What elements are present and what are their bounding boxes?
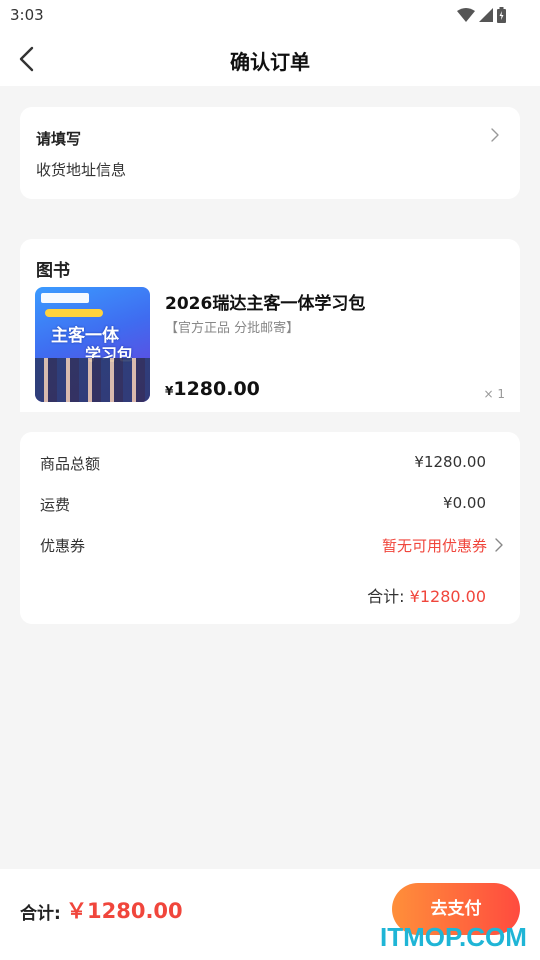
summary-total-label: 合计: bbox=[367, 587, 405, 606]
cover-badge bbox=[45, 309, 103, 317]
coupon-selector[interactable]: 暂无可用优惠券 bbox=[382, 535, 487, 556]
product-cover-image[interactable]: 主客一体 学习包 bbox=[35, 287, 150, 402]
watermark: ITMOP.COM bbox=[380, 922, 527, 952]
product-tag: 【官方正品 分批邮寄】 bbox=[165, 321, 300, 336]
summary-total: 合计: ¥1280.00 bbox=[367, 583, 486, 607]
cover-people-image bbox=[35, 358, 150, 402]
wifi-icon bbox=[457, 8, 475, 22]
address-title: 请填写 bbox=[36, 130, 82, 148]
signal-icon bbox=[479, 8, 493, 22]
product-quantity: × 1 bbox=[483, 387, 505, 401]
product-price: ¥1280.00 bbox=[165, 378, 260, 400]
checkout-total-value: ￥1280.00 bbox=[66, 899, 183, 923]
shipping-value: ¥0.00 bbox=[443, 494, 486, 512]
cover-logo bbox=[41, 293, 89, 303]
address-subtitle: 收货地址信息 bbox=[36, 161, 127, 179]
status-bar: 3:03 bbox=[0, 0, 540, 30]
chevron-right-icon bbox=[491, 128, 499, 142]
status-time: 3:03 bbox=[10, 6, 44, 24]
battery-icon bbox=[497, 7, 506, 23]
checkout-total-label: 合计: bbox=[20, 904, 61, 924]
app-bar: 确认订单 bbox=[0, 30, 540, 86]
coupon-label: 优惠券 bbox=[40, 537, 86, 555]
page-title: 确认订单 bbox=[230, 50, 310, 74]
book-card: 图书 主客一体 学习包 2026瑞达主客一体学习包 【官方正品 分批邮寄】 ¥1… bbox=[20, 239, 520, 412]
price-value: 1280.00 bbox=[173, 378, 260, 400]
address-card[interactable]: 请填写 收货地址信息 bbox=[20, 107, 520, 199]
summary-total-value: ¥1280.00 bbox=[409, 587, 486, 606]
product-name[interactable]: 2026瑞达主客一体学习包 bbox=[165, 289, 365, 314]
chevron-right-icon[interactable] bbox=[492, 538, 506, 552]
shipping-label: 运费 bbox=[40, 496, 71, 514]
order-summary-card: 商品总额 ¥1280.00 运费 ¥0.00 优惠券 暂无可用优惠券 合计: ¥… bbox=[20, 432, 520, 624]
section-title: 图书 bbox=[36, 261, 70, 281]
status-icons bbox=[457, 7, 506, 23]
goods-total-label: 商品总额 bbox=[40, 455, 101, 473]
goods-total-value: ¥1280.00 bbox=[414, 453, 486, 471]
